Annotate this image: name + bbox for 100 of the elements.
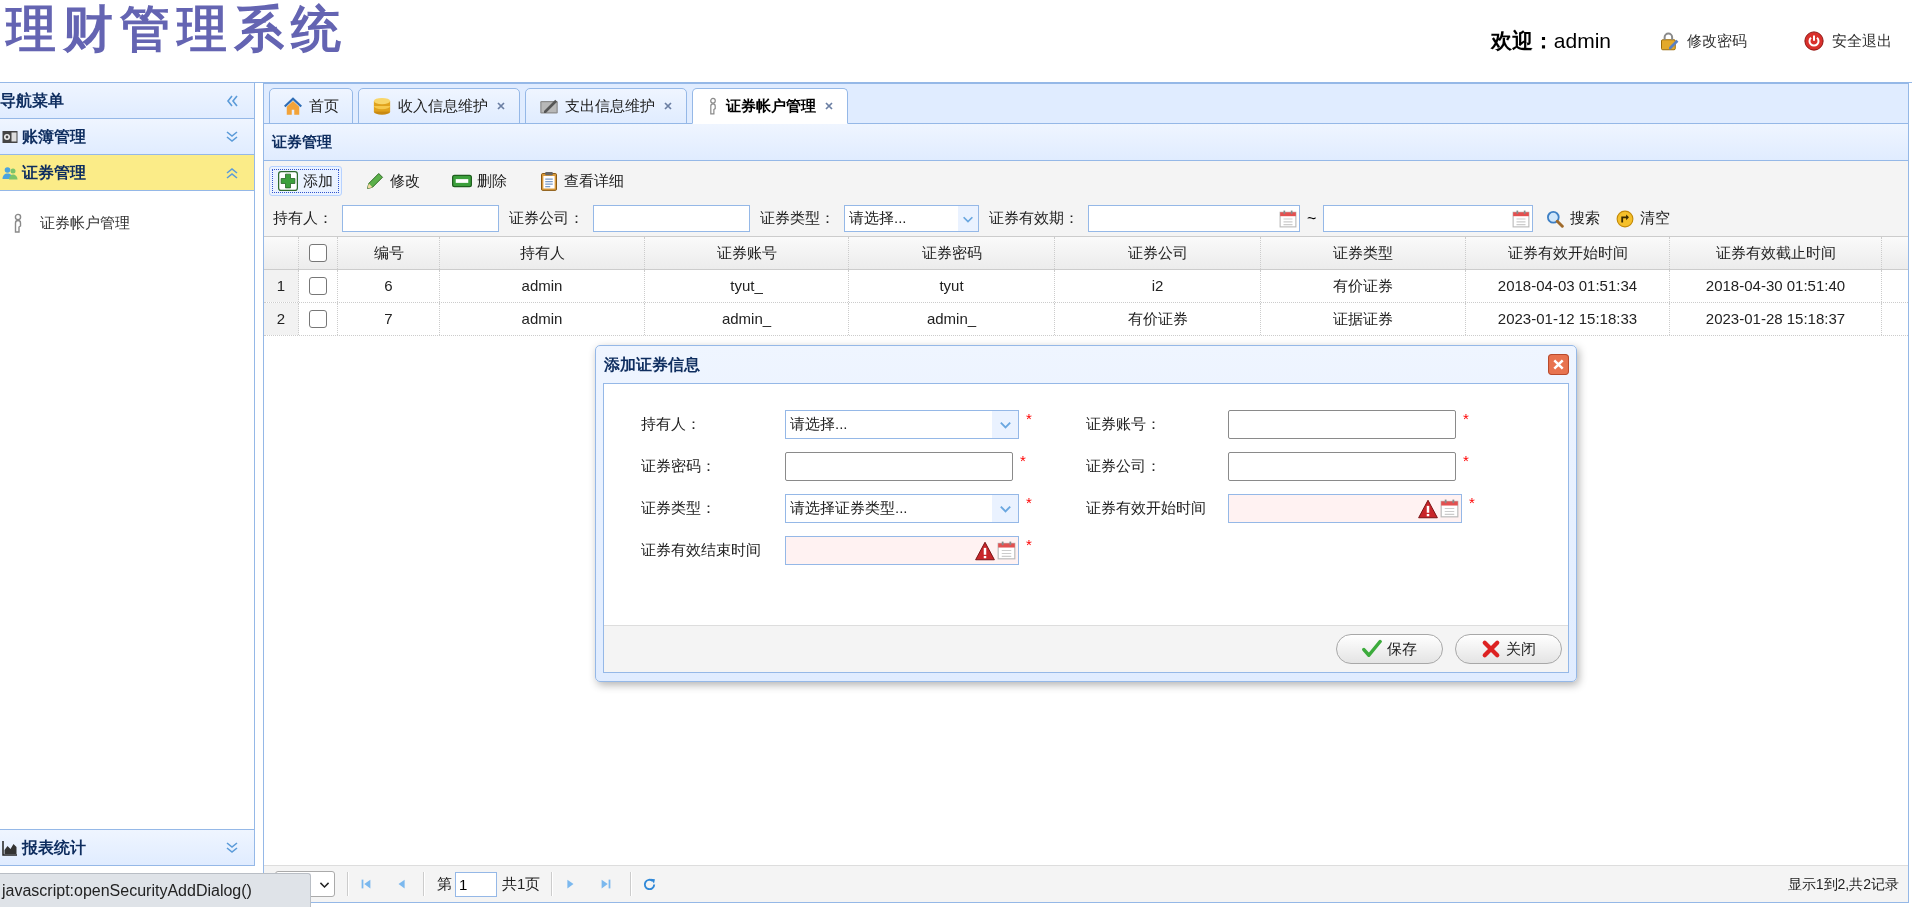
pager-summary: 显示1到2,共2记录 (1787, 874, 1899, 894)
add-button[interactable]: 添加 (269, 166, 342, 196)
accordion-header[interactable]: 账簿管理 (0, 119, 254, 155)
accordion-header[interactable]: 证券管理 (0, 155, 254, 191)
header-link[interactable]: 安全退出 (1804, 29, 1892, 53)
field-label: 持有人： (641, 414, 701, 435)
refresh-icon[interactable] (642, 876, 658, 892)
select-field[interactable]: 请选择... (844, 205, 979, 232)
required-mark: * (1463, 411, 1469, 427)
tab[interactable]: 证券帐户管理 (692, 88, 848, 124)
required-mark: * (1026, 537, 1032, 553)
calendar-icon[interactable] (997, 541, 1016, 560)
close-icon[interactable] (1548, 354, 1569, 375)
page-count: 共1页 (502, 873, 541, 894)
table-cell-text: 7 (384, 308, 393, 329)
field-label: 证券有效开始时间 (1086, 498, 1206, 519)
checkbox[interactable] (309, 310, 327, 328)
field-label: 证券公司： (1086, 456, 1161, 477)
coins-icon (372, 96, 392, 116)
clear-button[interactable]: 清空 (1616, 207, 1671, 230)
table-cell-text: tyut (939, 275, 964, 296)
date-field[interactable] (1323, 205, 1534, 232)
first-page-icon[interactable] (359, 877, 373, 891)
status-tooltip: javascript:openSecurityAddDialog() (0, 873, 311, 907)
close-icon[interactable] (824, 101, 834, 111)
calendar-icon[interactable] (1440, 499, 1459, 518)
select-field[interactable]: 请选择... (785, 410, 1019, 439)
clipboard-icon (539, 171, 559, 191)
input-field[interactable] (593, 205, 750, 232)
row-number: 2 (276, 308, 286, 329)
table-cell-text: 6 (384, 275, 393, 296)
table-cell-text: 2018-04-30 01:51:40 (1705, 275, 1846, 296)
tab[interactable]: 收入信息维护 (358, 88, 520, 124)
input-field[interactable] (1228, 410, 1456, 439)
edit-button[interactable]: 修改 (356, 166, 429, 196)
accordion-header[interactable]: 报表统计 (0, 830, 254, 866)
column-header[interactable]: 持有人 (519, 241, 565, 265)
table-cell-text: 2023-01-12 15:18:33 (1497, 308, 1638, 329)
lock-pencil-icon (1659, 31, 1679, 51)
column-header[interactable]: 证券密码 (921, 241, 982, 265)
save-button[interactable]: 保存 (1336, 634, 1443, 664)
filter-label: 证券有效期： (989, 208, 1079, 229)
username: admin (1553, 28, 1611, 55)
close-icon[interactable] (663, 101, 673, 111)
select-field[interactable]: 请选择证券类型... (785, 494, 1019, 523)
required-mark: * (1026, 411, 1032, 427)
warning-icon (974, 540, 996, 561)
tab[interactable]: 首页 (269, 88, 353, 124)
column-header[interactable]: 证券账号 (716, 241, 777, 265)
field-label: 证券账号： (1086, 414, 1161, 435)
speaker-icon (0, 128, 20, 145)
chart-icon (0, 839, 20, 856)
close-button[interactable]: 关闭 (1455, 634, 1562, 664)
details-button[interactable]: 查看详细 (530, 166, 633, 196)
row-number: 1 (276, 275, 286, 296)
tab[interactable]: 支出信息维护 (525, 88, 687, 124)
input-field[interactable] (1228, 452, 1456, 481)
column-header[interactable]: 证券有效开始时间 (1507, 241, 1628, 265)
table-cell-text: 有价证券 (1333, 275, 1393, 296)
input-field[interactable] (785, 452, 1013, 481)
double-chevron-down-icon (224, 839, 240, 856)
field-label: 证券类型： (641, 498, 716, 519)
search-button[interactable]: 搜索 (1546, 207, 1601, 230)
cross-icon (1481, 639, 1501, 659)
header-link[interactable]: 修改密码 (1659, 29, 1747, 53)
warning-icon (1417, 498, 1439, 519)
checkbox[interactable] (309, 277, 327, 295)
table-cell-text: admin (521, 308, 563, 329)
required-mark: * (1463, 453, 1469, 469)
date-field[interactable] (1228, 494, 1462, 523)
date-field[interactable] (785, 536, 1019, 565)
power-icon (1804, 31, 1824, 51)
delete-button[interactable]: 删除 (443, 166, 516, 196)
users-icon (0, 164, 20, 181)
column-header[interactable]: 证券公司 (1127, 241, 1188, 265)
column-header[interactable]: 证券类型 (1333, 241, 1393, 265)
close-icon[interactable] (496, 101, 506, 111)
table-cell-text: admin_ (721, 308, 772, 329)
pencil-icon (365, 171, 385, 191)
double-chevron-down-icon (224, 128, 240, 145)
dialog-title: 添加证券信息 (604, 354, 700, 375)
checkbox[interactable] (309, 244, 327, 262)
required-mark: * (1020, 453, 1026, 469)
welcome-label: 欢迎： (1490, 28, 1554, 55)
field-label: 证券密码： (641, 456, 716, 477)
table-cell-text: 有价证券 (1127, 308, 1188, 329)
sidebar-title: 导航菜单 (0, 90, 64, 111)
table-cell-text: admin_ (926, 308, 977, 329)
input-field[interactable] (342, 205, 499, 232)
logo: 理财管理系统 (6, 0, 348, 58)
page-input[interactable]: 1 (455, 871, 497, 897)
calendar-icon[interactable] (1512, 209, 1531, 228)
house-icon (283, 96, 303, 116)
panel-title: 证券管理 (272, 131, 332, 152)
calendar-icon[interactable] (1279, 209, 1297, 228)
column-header[interactable]: 证券有效截止时间 (1715, 241, 1836, 265)
check-icon (1362, 639, 1382, 659)
column-header[interactable]: 编号 (373, 241, 404, 265)
date-field[interactable] (1088, 205, 1300, 232)
table-cell-text: 2018-04-03 01:51:34 (1497, 275, 1638, 296)
